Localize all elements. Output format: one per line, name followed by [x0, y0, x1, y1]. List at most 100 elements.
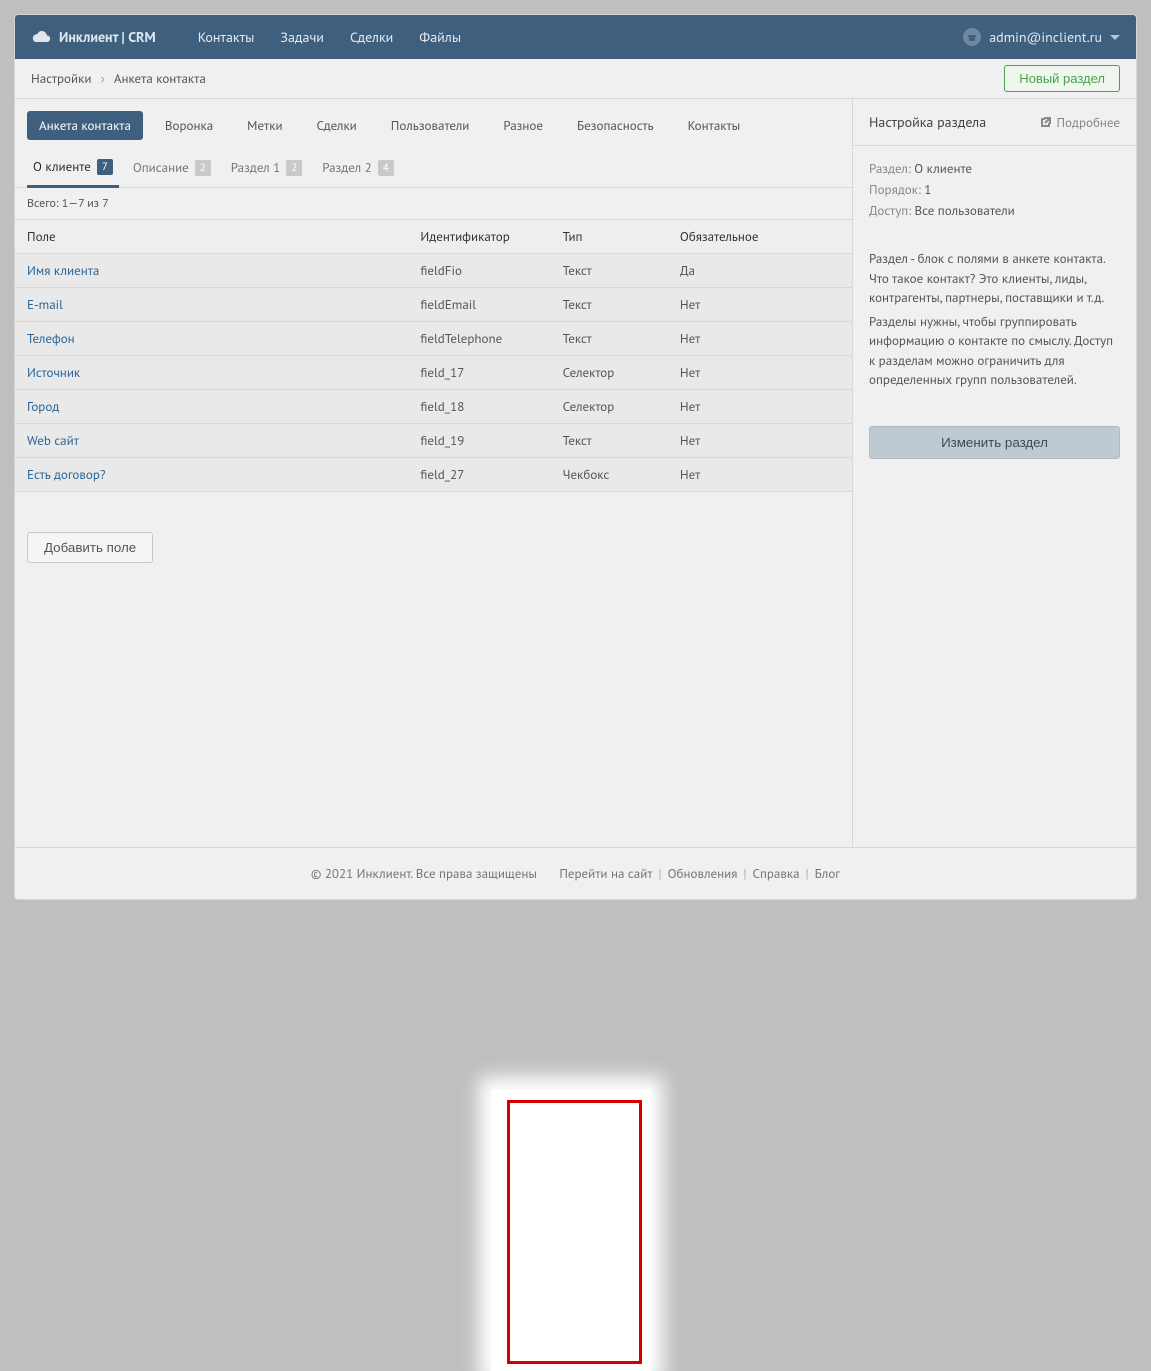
- tab-security[interactable]: Безопасность: [565, 111, 666, 140]
- cell-field[interactable]: E-mail: [15, 288, 408, 322]
- cell-type: Селектор: [551, 356, 668, 390]
- table-header-row: Поле Идентификатор Тип Обязательное: [15, 220, 852, 254]
- footer-blog[interactable]: Блог: [815, 865, 840, 882]
- table-row: Есть договор?field_27ЧекбоксНет: [15, 458, 852, 492]
- cell-id: fieldEmail: [408, 288, 550, 322]
- top-nav: Контакты Задачи Сделки Файлы: [198, 28, 461, 46]
- col-type: Тип: [551, 220, 668, 254]
- kv-order: Порядок: 1: [869, 181, 1120, 198]
- table-row: Городfield_18СелекторНет: [15, 390, 852, 424]
- cell-type: Текст: [551, 254, 668, 288]
- tab-voronka[interactable]: Воронка: [153, 111, 225, 140]
- subtab-label: Раздел 2: [322, 159, 371, 176]
- footer-updates[interactable]: Обновления: [668, 865, 738, 882]
- breadcrumb: Настройки › Анкета контакта: [31, 70, 206, 87]
- col-required: Обязательное: [668, 220, 852, 254]
- cell-required: Нет: [668, 356, 852, 390]
- cell-type: Текст: [551, 424, 668, 458]
- crumb-root[interactable]: Настройки: [31, 70, 91, 87]
- fields-table: Поле Идентификатор Тип Обязательное Имя …: [15, 219, 852, 492]
- side-title: Настройка раздела: [869, 113, 986, 131]
- cell-required: Нет: [668, 390, 852, 424]
- crumb-current: Анкета контакта: [114, 70, 206, 87]
- footer-help[interactable]: Справка: [753, 865, 800, 882]
- cell-type: Селектор: [551, 390, 668, 424]
- footer: © 2021 Инклиент. Все права защищены Пере…: [15, 847, 1136, 899]
- kv-access: Доступ: Все пользователи: [869, 202, 1120, 219]
- side-panel: Настройка раздела Подробнее Раздел: О кл…: [853, 99, 1136, 847]
- cloud-icon: [31, 29, 51, 45]
- table-row: Имя клиентаfieldFioТекстДа: [15, 254, 852, 288]
- tab-sdelki[interactable]: Сделки: [305, 111, 369, 140]
- user-email: admin@inclient.ru: [989, 28, 1102, 46]
- cell-required: Нет: [668, 424, 852, 458]
- nav-files[interactable]: Файлы: [419, 28, 461, 46]
- external-link-icon: [1040, 116, 1052, 128]
- side-desc1: Раздел - блок с полями в анкете контакта…: [869, 249, 1120, 308]
- cell-required: Нет: [668, 322, 852, 356]
- main-panel: Анкета контакта Воронка Метки Сделки Пол…: [15, 99, 853, 847]
- kv-section: Раздел: О клиенте: [869, 160, 1120, 177]
- cell-id: fieldTelephone: [408, 322, 550, 356]
- nav-contacts[interactable]: Контакты: [198, 28, 255, 46]
- cell-id: field_19: [408, 424, 550, 458]
- subtab-badge: 4: [378, 160, 394, 176]
- add-field-button[interactable]: Добавить поле: [27, 532, 153, 563]
- side-header: Настройка раздела Подробнее: [853, 99, 1136, 146]
- table-row: Источникfield_17СелекторНет: [15, 356, 852, 390]
- cell-type: Чекбокс: [551, 458, 668, 492]
- cell-required: Да: [668, 254, 852, 288]
- cell-id: fieldFio: [408, 254, 550, 288]
- cell-field[interactable]: Источник: [15, 356, 408, 390]
- cell-id: field_27: [408, 458, 550, 492]
- nav-deals[interactable]: Сделки: [350, 28, 393, 46]
- subtab-description[interactable]: Описание 2: [127, 150, 217, 187]
- col-id: Идентификатор: [408, 220, 550, 254]
- cell-type: Текст: [551, 288, 668, 322]
- breadcrumb-bar: Настройки › Анкета контакта Новый раздел: [15, 59, 1136, 99]
- footer-copy: © 2021 Инклиент. Все права защищены: [311, 865, 537, 882]
- brand[interactable]: Инклиент | CRM: [31, 28, 156, 46]
- cell-type: Текст: [551, 322, 668, 356]
- cell-field[interactable]: Имя клиента: [15, 254, 408, 288]
- subtab-label: Раздел 1: [231, 159, 280, 176]
- subtab-section2[interactable]: Раздел 2 4: [316, 150, 399, 187]
- user-icon: [963, 28, 981, 46]
- cell-field[interactable]: Есть договор?: [15, 458, 408, 492]
- brand-text: Инклиент | CRM: [59, 28, 156, 46]
- subtab-badge: 7: [97, 159, 113, 175]
- footer-site[interactable]: Перейти на сайт: [559, 865, 652, 882]
- side-desc2: Разделы нужны, чтобы группировать информ…: [869, 312, 1120, 390]
- edit-section-button[interactable]: Изменить раздел: [869, 426, 1120, 459]
- new-section-button[interactable]: Новый раздел: [1004, 65, 1120, 92]
- cell-required: Нет: [668, 288, 852, 322]
- user-menu[interactable]: admin@inclient.ru: [963, 28, 1120, 46]
- tab-metki[interactable]: Метки: [235, 111, 294, 140]
- cell-field[interactable]: Телефон: [15, 322, 408, 356]
- section-tabs: О клиенте 7 Описание 2 Раздел 1 2 Раздел…: [15, 150, 852, 188]
- table-row: ТелефонfieldTelephoneТекстНет: [15, 322, 852, 356]
- topbar: Инклиент | CRM Контакты Задачи Сделки Фа…: [15, 15, 1136, 59]
- col-field: Поле: [15, 220, 408, 254]
- details-label: Подробнее: [1056, 114, 1120, 131]
- subtab-section1[interactable]: Раздел 1 2: [225, 150, 308, 187]
- cell-id: field_18: [408, 390, 550, 424]
- tab-anketa[interactable]: Анкета контакта: [27, 111, 143, 140]
- cell-field[interactable]: Web сайт: [15, 424, 408, 458]
- subtab-badge: 2: [286, 160, 302, 176]
- details-link[interactable]: Подробнее: [1040, 114, 1120, 131]
- tab-misc[interactable]: Разное: [491, 111, 555, 140]
- chevron-right-icon: ›: [101, 70, 105, 87]
- table-row: Web сайтfield_19ТекстНет: [15, 424, 852, 458]
- tab-contacts[interactable]: Контакты: [676, 111, 753, 140]
- table-row: E-mailfieldEmailТекстНет: [15, 288, 852, 322]
- subtab-client[interactable]: О клиенте 7: [27, 150, 119, 188]
- tab-users[interactable]: Пользователи: [379, 111, 482, 140]
- cell-required: Нет: [668, 458, 852, 492]
- cell-id: field_17: [408, 356, 550, 390]
- settings-tabs: Анкета контакта Воронка Метки Сделки Пол…: [15, 99, 852, 140]
- result-count: Всего: 1—7 из 7: [15, 188, 852, 219]
- caret-down-icon: [1110, 35, 1120, 40]
- cell-field[interactable]: Город: [15, 390, 408, 424]
- nav-tasks[interactable]: Задачи: [280, 28, 324, 46]
